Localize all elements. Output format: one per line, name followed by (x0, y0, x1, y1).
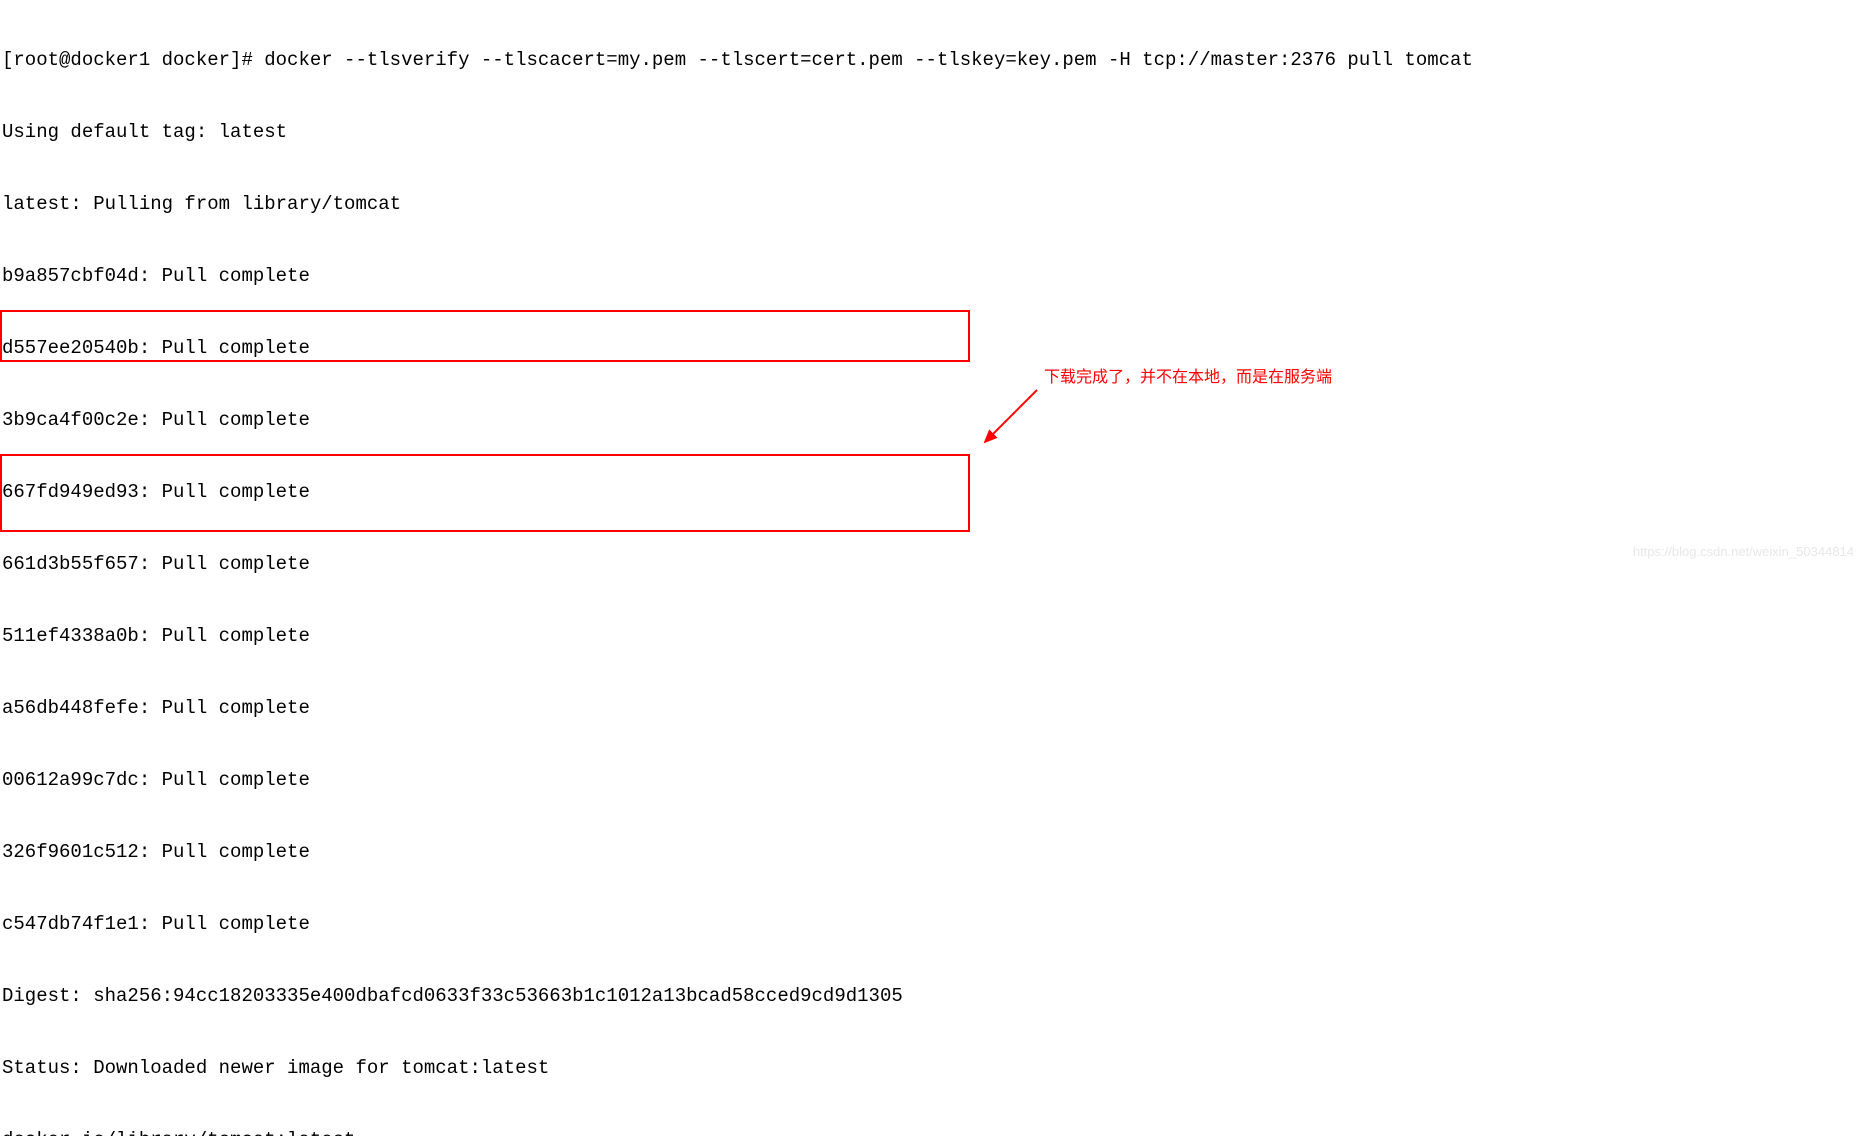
terminal-output: [root@docker1 docker]# docker --tlsverif… (2, 0, 1473, 1136)
terminal-line: docker.io/library/tomcat:latest (2, 1128, 1473, 1136)
watermark: https://blog.csdn.net/weixin_50344814 (1633, 540, 1854, 564)
terminal-line: a56db448fefe: Pull complete (2, 696, 1473, 720)
terminal-line: 326f9601c512: Pull complete (2, 840, 1473, 864)
terminal-line: d557ee20540b: Pull complete (2, 336, 1473, 360)
terminal-line: c547db74f1e1: Pull complete (2, 912, 1473, 936)
terminal-line: b9a857cbf04d: Pull complete (2, 264, 1473, 288)
terminal-line: Using default tag: latest (2, 120, 1473, 144)
terminal-line: Status: Downloaded newer image for tomca… (2, 1056, 1473, 1080)
terminal-line: 3b9ca4f00c2e: Pull complete (2, 408, 1473, 432)
terminal-line: 00612a99c7dc: Pull complete (2, 768, 1473, 792)
terminal-line: Digest: sha256:94cc18203335e400dbafcd063… (2, 984, 1473, 1008)
annotation-text: 下载完成了，并不在本地，而是在服务端 (1044, 366, 1332, 390)
terminal-line: latest: Pulling from library/tomcat (2, 192, 1473, 216)
terminal-line: 661d3b55f657: Pull complete (2, 552, 1473, 576)
terminal-line: 511ef4338a0b: Pull complete (2, 624, 1473, 648)
terminal-line: [root@docker1 docker]# docker --tlsverif… (2, 48, 1473, 72)
terminal-line: 667fd949ed93: Pull complete (2, 480, 1473, 504)
